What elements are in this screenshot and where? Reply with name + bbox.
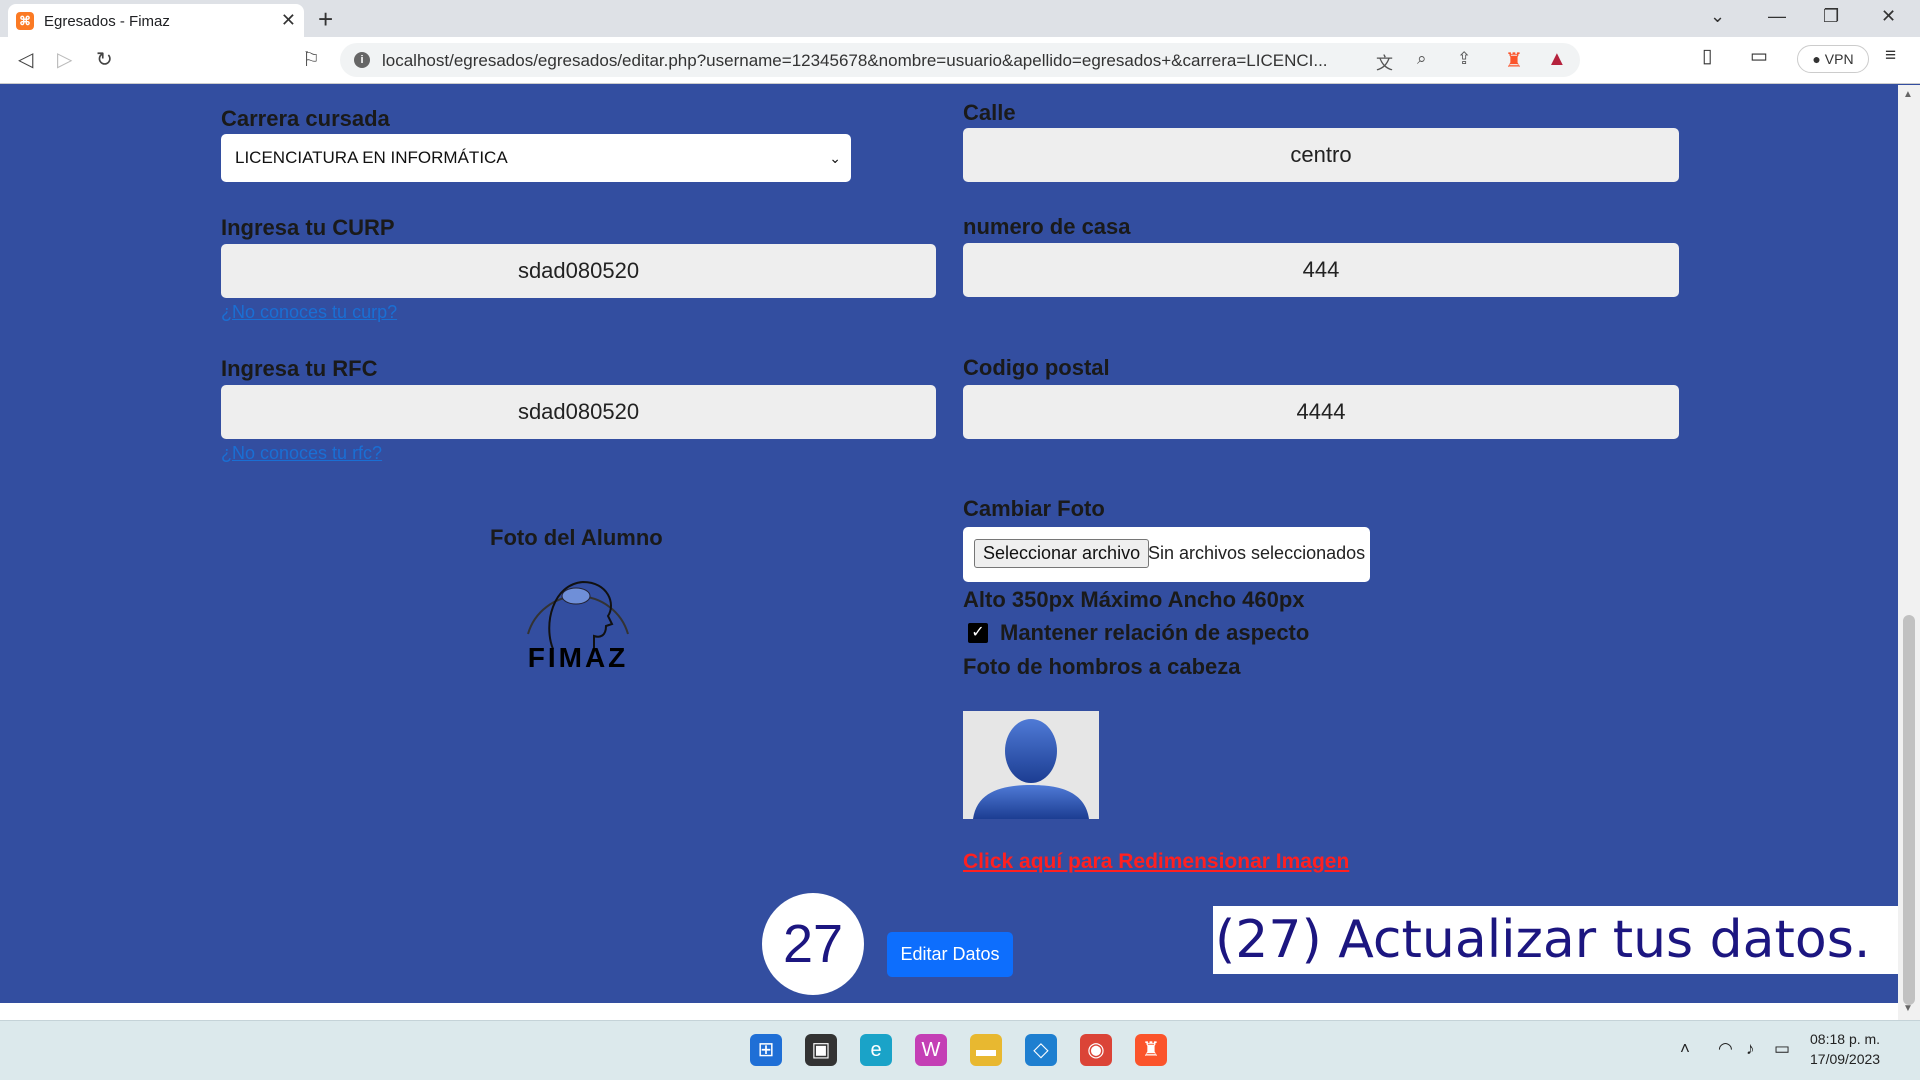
bookmark-icon[interactable]: ⚐ bbox=[302, 47, 320, 72]
codigo-postal-input[interactable]: 4444 bbox=[963, 385, 1679, 439]
vscode-icon[interactable]: ◇ bbox=[1025, 1034, 1057, 1066]
close-window-icon[interactable]: ✕ bbox=[1881, 6, 1896, 27]
editar-datos-button[interactable]: Editar Datos bbox=[887, 932, 1013, 977]
vpn-label: VPN bbox=[1824, 51, 1854, 67]
tab-search-chevron-icon[interactable]: ⌄ bbox=[1710, 6, 1725, 27]
file-explorer-icon[interactable]: ▬ bbox=[970, 1034, 1002, 1066]
battery-icon[interactable]: ▭ bbox=[1774, 1039, 1790, 1059]
wallet-icon[interactable]: ▭ bbox=[1750, 45, 1768, 68]
translate-icon[interactable]: 文 bbox=[1376, 49, 1393, 74]
brave-rewards-icon[interactable]: ▲ bbox=[1547, 48, 1567, 71]
rfc-label: Ingresa tu RFC bbox=[221, 356, 378, 381]
address-bar[interactable]: i localhost/egresados/egresados/editar.p… bbox=[340, 43, 1580, 77]
clock-date: 17/09/2023 bbox=[1810, 1051, 1881, 1067]
share-icon[interactable]: ⇪ bbox=[1457, 49, 1471, 69]
curp-input[interactable]: sdad080520 bbox=[221, 244, 936, 298]
page-footer-strip bbox=[0, 1003, 1898, 1020]
edge-icon[interactable]: e bbox=[860, 1034, 892, 1066]
menu-icon[interactable]: ≡ bbox=[1885, 45, 1896, 67]
numero-casa-input[interactable]: 444 bbox=[963, 243, 1679, 297]
scroll-thumb[interactable] bbox=[1903, 615, 1915, 1005]
wps-icon[interactable]: W bbox=[915, 1034, 947, 1066]
restore-icon[interactable]: ❐ bbox=[1823, 6, 1839, 27]
zoom-icon[interactable]: ⌕ bbox=[1417, 49, 1427, 69]
brave-taskbar-icon[interactable]: ♜ bbox=[1135, 1034, 1167, 1066]
numero-casa-label: numero de casa bbox=[963, 214, 1131, 239]
cambiar-foto-label: Cambiar Foto bbox=[963, 496, 1105, 521]
foto-alumno-label: Foto del Alumno bbox=[490, 525, 663, 550]
windows-start-icon[interactable]: ⊞ bbox=[750, 1034, 782, 1066]
scroll-up-icon[interactable]: ▲ bbox=[1903, 89, 1913, 100]
fimaz-logo: FIMAZ bbox=[508, 554, 648, 674]
vpn-button[interactable]: ● VPN bbox=[1797, 45, 1869, 73]
file-input[interactable]: Seleccionar archivo Sin archivos selecci… bbox=[963, 527, 1370, 582]
xampp-favicon-icon: ⌘ bbox=[16, 12, 34, 30]
wifi-icon[interactable]: ◠ bbox=[1718, 1039, 1733, 1059]
resize-image-link[interactable]: Click aquí para Redimensionar Imagen bbox=[963, 850, 1349, 874]
size-note: Alto 350px Máximo Ancho 460px bbox=[963, 587, 1305, 612]
curp-help-link[interactable]: ¿No conoces tu curp? bbox=[221, 302, 397, 323]
windows-taskbar: ⊞ ▣ e W ▬ ◇ ◉ ♜ ˄ ◠ ♪ ▭ 08:18 p. m. 17/0… bbox=[0, 1020, 1920, 1080]
browser-tab-bar: ⌘ Egresados - Fimaz ✕ + ⌄ — ❐ ✕ bbox=[0, 0, 1920, 37]
back-icon[interactable]: ◁ bbox=[18, 47, 33, 72]
carrera-selected-value: LICENCIATURA EN INFORMÁTICA bbox=[235, 148, 508, 167]
step-badge: 27 bbox=[762, 893, 864, 995]
forward-icon[interactable]: ▷ bbox=[57, 47, 72, 72]
close-tab-icon[interactable]: ✕ bbox=[281, 10, 296, 31]
task-view-icon[interactable]: ▣ bbox=[805, 1034, 837, 1066]
calle-label: Calle bbox=[963, 100, 1016, 125]
clock-time: 08:18 p. m. bbox=[1810, 1031, 1881, 1047]
volume-icon[interactable]: ♪ bbox=[1746, 1039, 1755, 1059]
hombros-note: Foto de hombros a cabeza bbox=[963, 654, 1241, 679]
tray-chevron-up-icon[interactable]: ˄ bbox=[1680, 1039, 1690, 1059]
browser-toolbar: ◁ ▷ ↻ ⚐ i localhost/egresados/egresados/… bbox=[0, 37, 1920, 84]
rfc-input[interactable]: sdad080520 bbox=[221, 385, 936, 439]
aspect-checkbox[interactable]: ✓ bbox=[968, 623, 988, 643]
sidebar-icon[interactable]: ▯ bbox=[1702, 45, 1712, 68]
reload-icon[interactable]: ↻ bbox=[96, 47, 113, 72]
browser-tab[interactable]: ⌘ Egresados - Fimaz ✕ bbox=[8, 4, 304, 37]
photo-preview bbox=[963, 711, 1099, 819]
logo-text: FIMAZ bbox=[527, 642, 629, 673]
select-file-button[interactable]: Seleccionar archivo bbox=[974, 539, 1150, 568]
user-silhouette-icon bbox=[973, 719, 1089, 819]
url-text[interactable]: localhost/egresados/egresados/editar.php… bbox=[382, 51, 1328, 71]
minimize-icon[interactable]: — bbox=[1768, 6, 1786, 27]
scrollbar[interactable]: ▲ ▼ bbox=[1898, 85, 1920, 1020]
calle-input[interactable]: centro bbox=[963, 128, 1679, 182]
carrera-select[interactable]: LICENCIATURA EN INFORMÁTICA ⌄ bbox=[221, 134, 851, 182]
site-info-icon[interactable]: i bbox=[354, 52, 370, 68]
codigo-postal-label: Codigo postal bbox=[963, 355, 1110, 380]
curp-label: Ingresa tu CURP bbox=[221, 215, 395, 240]
chevron-down-icon: ⌄ bbox=[829, 150, 841, 166]
step-caption: (27) Actualizar tus datos. bbox=[1213, 906, 1910, 974]
scroll-down-icon[interactable]: ▼ bbox=[1903, 1003, 1913, 1014]
carrera-label: Carrera cursada bbox=[221, 106, 390, 131]
rfc-help-link[interactable]: ¿No conoces tu rfc? bbox=[221, 443, 382, 464]
clock[interactable]: 08:18 p. m. 17/09/2023 bbox=[1810, 1029, 1880, 1069]
chrome-icon[interactable]: ◉ bbox=[1080, 1034, 1112, 1066]
tab-title: Egresados - Fimaz bbox=[44, 13, 170, 30]
aspect-label: Mantener relación de aspecto bbox=[1000, 620, 1310, 645]
new-tab-icon[interactable]: + bbox=[318, 4, 333, 35]
file-status: Sin archivos seleccionados bbox=[1148, 543, 1366, 563]
brave-shields-icon[interactable]: ♜ bbox=[1505, 48, 1523, 73]
